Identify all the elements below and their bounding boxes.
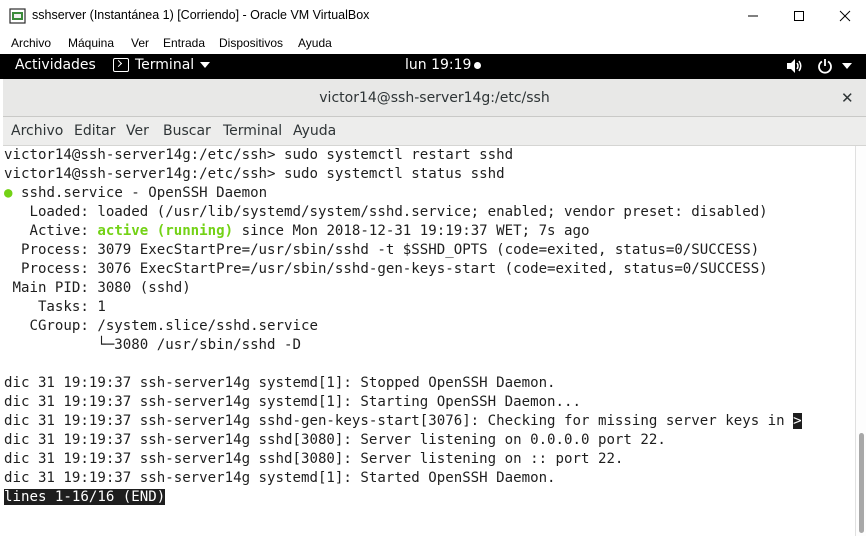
vbox-menu-dispositivos[interactable]: Dispositivos — [219, 36, 283, 50]
menu-editar[interactable]: Editar — [74, 123, 115, 139]
terminal-headerbar: victor14@ssh-server14g:/etc/ssh ✕ — [3, 79, 866, 117]
output-line: CGroup: /system.slice/sshd.service — [4, 318, 318, 334]
menu-ayuda[interactable]: Ayuda — [293, 123, 336, 139]
active-label: Active: — [4, 223, 98, 239]
output-line: Process: 3079 ExecStartPre=/usr/sbin/ssh… — [4, 242, 760, 258]
menu-archivo[interactable]: Archivo — [11, 123, 63, 139]
output-line: victor14@ssh-server14g:/etc/ssh> sudo sy… — [4, 166, 505, 182]
virtualbox-titlebar: sshserver (Instantánea 1) [Corriendo] - … — [0, 0, 866, 32]
virtualbox-app-icon — [9, 8, 26, 24]
truncation-marker: > — [793, 413, 802, 429]
log-line: dic 31 19:19:37 ssh-server14g sshd[3080]… — [4, 451, 624, 467]
active-since: since Mon 2018-12-31 19:19:37 WET; 7s ag… — [233, 223, 590, 239]
output-line: Main PID: 3080 (sshd) — [4, 280, 191, 296]
log-line: dic 31 19:19:37 ssh-server14g sshd-gen-k… — [4, 412, 802, 431]
gnome-top-bar: Actividades Terminal lun 19:19 — [0, 54, 866, 79]
pager-status: lines 1-16/16 (END) — [4, 489, 166, 505]
terminal-window: victor14@ssh-server14g:/etc/ssh ✕ Archiv… — [3, 79, 866, 536]
menu-ver[interactable]: Ver — [126, 123, 149, 139]
vbox-menu-maquina[interactable]: Máquina — [68, 36, 114, 50]
maximize-icon — [794, 11, 804, 21]
maximize-button[interactable] — [776, 0, 822, 32]
terminal-menubar: Archivo Editar Ver Buscar Terminal Ayuda — [3, 117, 866, 146]
menu-buscar[interactable]: Buscar — [163, 123, 211, 139]
notification-dot-icon — [474, 61, 482, 69]
close-icon — [839, 10, 851, 22]
scrollbar-thumb[interactable] — [859, 433, 864, 533]
minimize-icon — [748, 15, 758, 17]
volume-icon[interactable] — [786, 58, 804, 74]
log-line: dic 31 19:19:37 ssh-server14g sshd[3080]… — [4, 432, 666, 448]
chevron-down-icon — [200, 62, 211, 68]
output-line: Process: 3076 ExecStartPre=/usr/sbin/ssh… — [4, 261, 768, 277]
menu-terminal[interactable]: Terminal — [223, 123, 282, 139]
log-line: dic 31 19:19:37 ssh-server14g systemd[1]… — [4, 375, 556, 391]
terminal-output[interactable]: victor14@ssh-server14g:/etc/ssh> sudo sy… — [3, 146, 854, 536]
terminal-close-button[interactable]: ✕ — [841, 89, 854, 107]
service-status-dot-icon: ● — [4, 185, 13, 201]
vbox-menu-archivo[interactable]: Archivo — [11, 36, 51, 50]
log-line-text: dic 31 19:19:37 ssh-server14g sshd-gen-k… — [4, 413, 794, 429]
output-line: Loaded: loaded (/usr/lib/systemd/system/… — [4, 204, 768, 220]
system-menu-chevron-icon[interactable] — [842, 63, 852, 69]
vbox-menu-entrada[interactable]: Entrada — [163, 36, 205, 50]
terminal-title: victor14@ssh-server14g:/etc/ssh — [319, 90, 550, 106]
output-line: Active: active (running) since Mon 2018-… — [4, 222, 590, 241]
output-line: └─3080 /usr/sbin/sshd -D — [4, 337, 301, 353]
power-icon[interactable] — [817, 58, 833, 74]
clock[interactable]: lun 19:19 — [405, 57, 482, 73]
service-name: sshd.service - OpenSSH Daemon — [12, 185, 268, 201]
output-line: Tasks: 1 — [4, 299, 106, 315]
vbox-menu-ayuda[interactable]: Ayuda — [298, 36, 332, 50]
terminal-icon — [113, 58, 129, 72]
log-line: dic 31 19:19:37 ssh-server14g systemd[1]… — [4, 394, 581, 410]
terminal-scrollbar[interactable] — [855, 146, 866, 536]
output-line: ● sshd.service - OpenSSH Daemon — [4, 184, 267, 203]
pager-status-line: lines 1-16/16 (END) — [4, 488, 166, 507]
clock-label: lun 19:19 — [405, 57, 472, 73]
app-menu-button[interactable]: Terminal — [113, 57, 211, 73]
activities-button[interactable]: Actividades — [15, 57, 96, 73]
log-line: dic 31 19:19:37 ssh-server14g systemd[1]… — [4, 470, 556, 486]
vbox-menu-ver[interactable]: Ver — [131, 36, 149, 50]
output-line: victor14@ssh-server14g:/etc/ssh> sudo sy… — [4, 147, 514, 163]
virtualbox-menubar: Archivo Máquina Ver Entrada Dispositivos… — [0, 32, 866, 54]
window-title: sshserver (Instantánea 1) [Corriendo] - … — [32, 8, 370, 22]
minimize-button[interactable] — [730, 0, 776, 32]
close-window-button[interactable] — [822, 0, 866, 32]
active-status: active (running) — [97, 223, 234, 239]
app-menu-label: Terminal — [135, 57, 195, 73]
